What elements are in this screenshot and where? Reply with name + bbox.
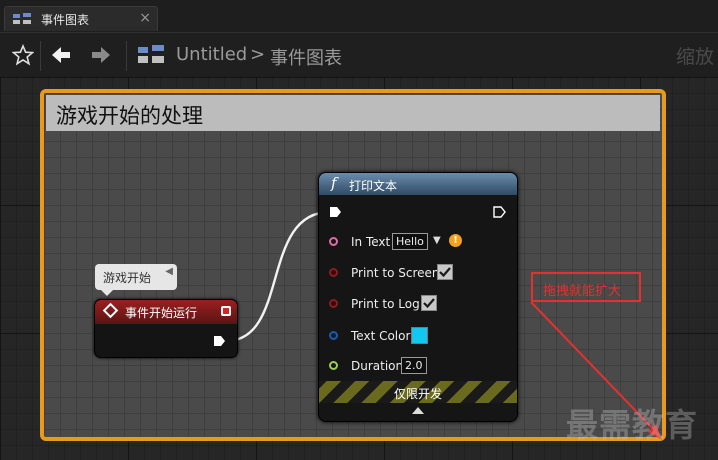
annotation-arrow [530,301,662,440]
watermark: 最需教育 [566,406,699,444]
